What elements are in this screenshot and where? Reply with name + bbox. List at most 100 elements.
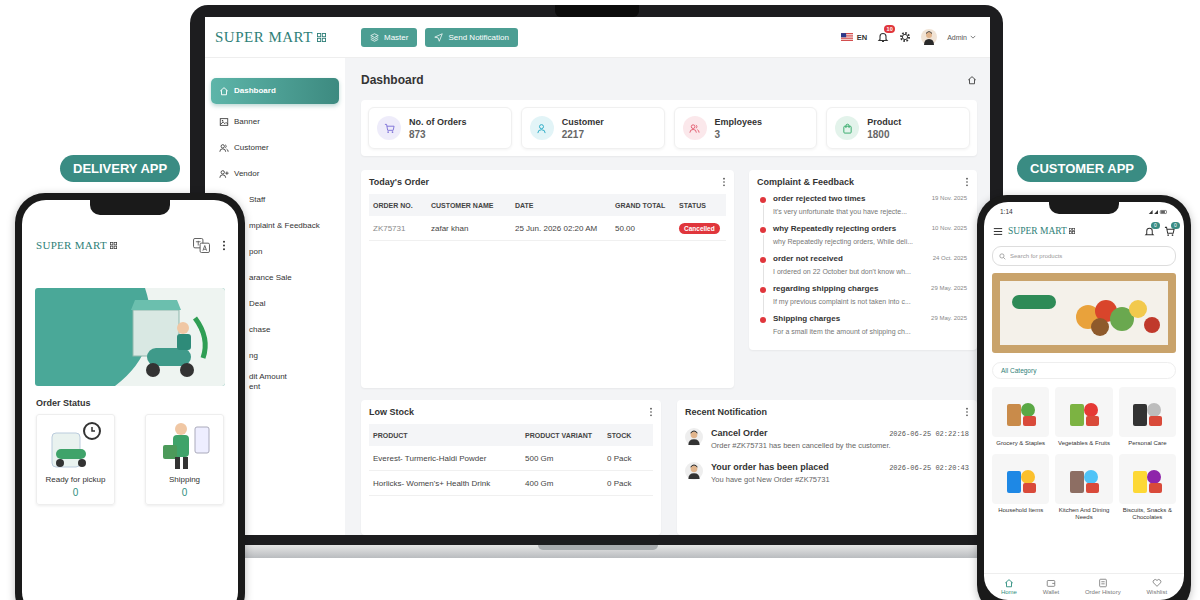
grocery-illustration-icon <box>992 273 1176 353</box>
stat-icon-circle <box>683 116 707 140</box>
stat-card[interactable]: Product1800 <box>826 107 970 149</box>
all-category-link[interactable]: All Category <box>992 362 1176 379</box>
top-button[interactable]: Master <box>361 28 417 47</box>
search-field[interactable] <box>992 246 1176 266</box>
customer-phone: 1:14SUPER MART00All CategoryGrocery & St… <box>977 195 1191 600</box>
stat-card[interactable]: Customer2217 <box>521 107 665 149</box>
category-tile[interactable]: Kitchen And Dining Needs <box>1055 454 1112 522</box>
app-header: SUPER MART <box>22 232 238 258</box>
todays-order-panel: Today's OrderORDER NO.CUSTOMER NAMEDATEG… <box>361 170 734 388</box>
send-icon <box>434 33 443 42</box>
timeline-line <box>763 205 764 224</box>
logo[interactable]: SUPER MART <box>1008 226 1135 236</box>
category-illustration-icon <box>1064 394 1104 430</box>
complaint-item[interactable]: order not received24 Oct. 2025I ordered … <box>759 254 967 284</box>
order-status-card[interactable]: Shipping0 <box>145 414 224 505</box>
category-grid: Grocery & StaplesVegetables & FruitsPers… <box>984 379 1184 573</box>
notification-item[interactable]: Your order has been placed2026-06-25 02:… <box>677 458 977 492</box>
notification-button[interactable]: 10 <box>877 31 889 43</box>
kebab-menu-icon[interactable] <box>965 177 969 187</box>
complaint-item[interactable]: Shipping charges29 May. 2025For a small … <box>759 314 967 344</box>
home-icon <box>219 86 229 96</box>
search-input[interactable] <box>1010 253 1169 259</box>
language-switch[interactable]: EN <box>841 33 867 42</box>
stat-icon-circle <box>530 116 554 140</box>
logo[interactable]: SUPER MART <box>36 239 117 251</box>
table-row[interactable]: ZK75731zafar khan25 Jun. 2026 02:20 AM50… <box>369 216 726 241</box>
timeline-dot <box>760 197 766 203</box>
timeline-dot <box>760 257 766 263</box>
users-icon <box>689 123 700 134</box>
table-row[interactable]: Horlicks- Women's+ Health Drink400 Gm0 P… <box>369 471 653 496</box>
category-tile[interactable]: Personal Care <box>1119 387 1176 448</box>
recent-notification-panel: Recent NotificationCancel Order2026-06-2… <box>677 400 977 535</box>
gear-icon[interactable] <box>899 31 911 43</box>
top-button[interactable]: Send Notification <box>425 28 517 47</box>
cart-badge: 0 <box>1171 222 1180 229</box>
sidebar-item[interactable]: Banner <box>211 109 339 135</box>
users-icon <box>219 143 229 153</box>
complaint-item[interactable]: regarding shipping charges29 May. 2025If… <box>759 284 967 314</box>
cart-button[interactable]: 0 <box>1164 226 1175 237</box>
notification-item[interactable]: Cancel Order2026-06-25 02:22:18Order #ZK… <box>677 424 977 458</box>
search-icon <box>999 253 1006 260</box>
admin-avatar-icon[interactable] <box>921 29 937 45</box>
stat-card[interactable]: Employees3 <box>674 107 818 149</box>
category-image <box>992 387 1049 437</box>
nav-item[interactable]: Order History <box>1085 578 1121 595</box>
category-tile[interactable]: Vegetables & Fruits <box>1055 387 1112 448</box>
kebab-menu-icon[interactable] <box>965 407 969 417</box>
kebab-menu-icon[interactable] <box>222 240 226 251</box>
layers-icon <box>370 33 379 42</box>
timeline-dot <box>760 287 766 293</box>
pickup-illustration-icon <box>46 419 106 471</box>
nav-item[interactable]: Wallet <box>1043 578 1059 595</box>
page-title: Dashboard <box>361 73 424 87</box>
sidebar-item[interactable]: Vendor <box>211 161 339 187</box>
translate-icon[interactable] <box>193 238 210 253</box>
stat-card[interactable]: No. of Orders873 <box>368 107 512 149</box>
user-menu[interactable]: Admin <box>947 34 976 41</box>
sidebar-item[interactable]: Dashboard <box>211 78 339 104</box>
timeline-dot <box>760 227 766 233</box>
table-header: PRODUCTPRODUCT VARIANTSTOCK <box>369 424 653 446</box>
category-illustration-icon <box>1001 394 1041 430</box>
admin-screen: SUPER MART Master Send Notification EN 10 Adm… <box>205 17 990 535</box>
grid-icon <box>317 33 326 42</box>
kebab-menu-icon[interactable] <box>722 177 726 187</box>
category-illustration-icon <box>1001 461 1041 497</box>
phone-notch <box>90 200 170 215</box>
category-image <box>1119 387 1176 437</box>
delivery-banner-image <box>35 288 225 386</box>
complaint-item[interactable]: why Repeatedly rejecting orders10 Nov. 2… <box>759 224 967 254</box>
nav-item[interactable]: Wishlist <box>1146 578 1167 595</box>
category-tile[interactable]: Household Items <box>992 454 1049 522</box>
stats-panel: No. of Orders873Customer2217Employees3Pr… <box>361 100 977 156</box>
user-plus-icon <box>219 169 229 179</box>
category-image <box>1055 387 1112 437</box>
category-tile[interactable]: Grocery & Staples <box>992 387 1049 448</box>
timeline-line <box>763 235 764 254</box>
hamburger-menu-icon[interactable] <box>993 227 1003 236</box>
table-row[interactable]: Everest- Turmeric-Haldi Powder500 Gm0 Pa… <box>369 446 653 471</box>
notification-button[interactable]: 0 <box>1144 226 1155 237</box>
kebab-menu-icon[interactable] <box>649 407 653 417</box>
nav-item[interactable]: Home <box>1001 578 1017 595</box>
logo[interactable]: SUPER MART <box>205 29 345 46</box>
section-title: Order Status <box>36 398 224 408</box>
category-tile[interactable]: Biscuits, Snacks & Chocolates <box>1119 454 1176 522</box>
order-status-card[interactable]: Ready for pickup0 <box>36 414 115 505</box>
timeline-line <box>763 265 764 284</box>
stat-icon-circle <box>377 116 401 140</box>
user-icon <box>536 123 547 134</box>
home-icon <box>1004 578 1014 588</box>
signal-battery-icon <box>1148 209 1168 215</box>
sidebar-item[interactable]: Customer <box>211 135 339 161</box>
notification-badge: 0 <box>1151 222 1160 229</box>
complaint-item[interactable]: order rejected two times19 Nov. 2025It's… <box>759 194 967 224</box>
category-illustration-icon <box>1127 461 1167 497</box>
home-icon[interactable] <box>967 75 977 85</box>
delivery-app-screen: SUPER MART Order Status Ready for pickup0 S… <box>22 200 238 600</box>
category-image <box>1119 454 1176 504</box>
cart-icon <box>384 123 395 134</box>
